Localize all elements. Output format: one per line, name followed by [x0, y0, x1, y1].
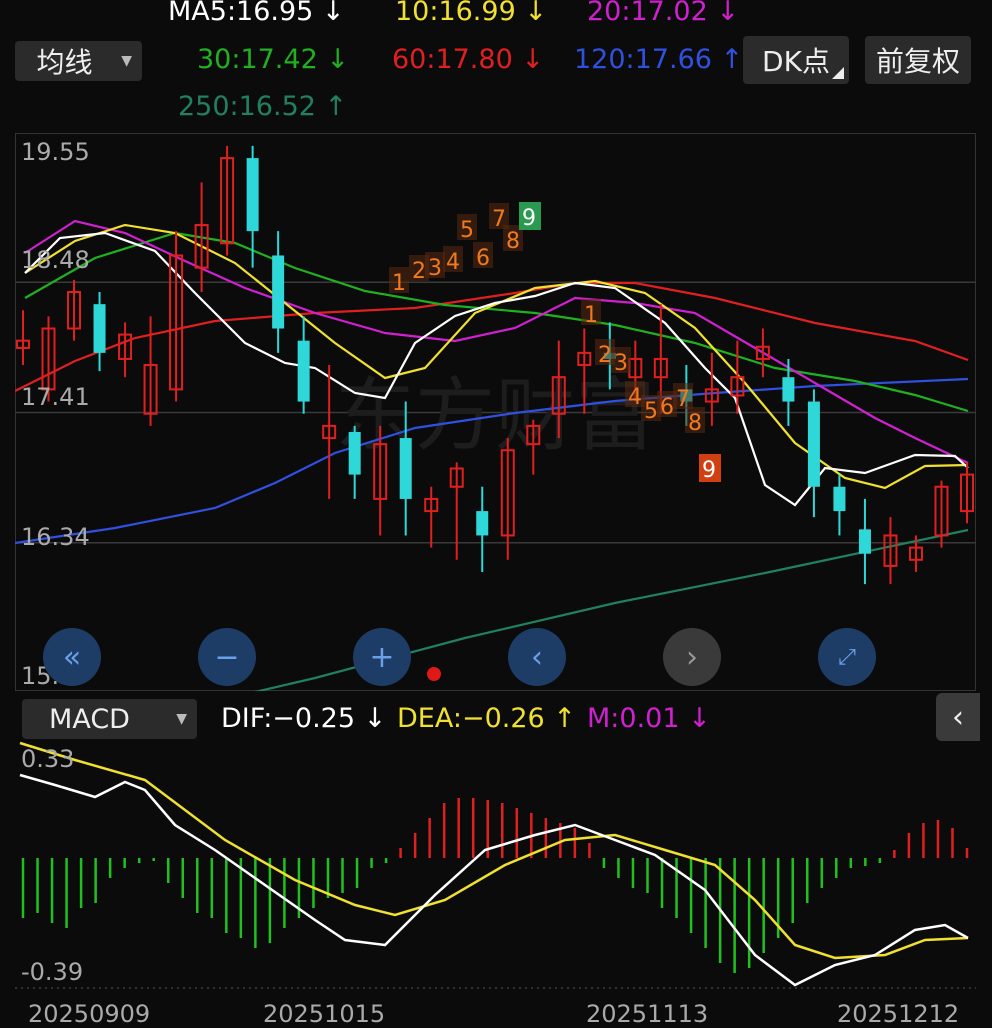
price-axis-2: 18.48: [21, 246, 90, 274]
price-axis-4: 16.34: [21, 523, 90, 551]
macd-axis-bottom: -0.39: [21, 958, 84, 986]
forward-adjust-button[interactable]: 前复权: [865, 36, 971, 84]
td-label: 9: [699, 454, 721, 483]
ma250-value: 250:16.52 ↑: [178, 91, 348, 122]
ma30-value: 30:17.42 ↓: [197, 44, 349, 75]
macd-selector-label: MACD: [49, 703, 130, 735]
macd-chart[interactable]: [15, 740, 976, 1024]
fast-rewind-button[interactable]: «: [43, 628, 101, 686]
macd-m: M:0.01 ↓: [587, 703, 711, 734]
kline-chart[interactable]: 东方财富 1 2 3 45678912 345 6 789: [15, 133, 976, 691]
dk-point-label: DK点: [762, 45, 830, 78]
candle-body: [858, 529, 871, 554]
price-axis-3: 17.41: [21, 383, 90, 411]
previous-button[interactable]: ‹: [508, 628, 566, 686]
zoom-in-button[interactable]: +: [353, 628, 411, 686]
svg-text:9: 9: [522, 206, 536, 231]
candle-body: [807, 401, 820, 487]
svg-text:3: 3: [614, 351, 628, 376]
svg-text:2: 2: [412, 259, 426, 284]
td-label: 9: [519, 202, 541, 231]
td-label: 3: [611, 347, 631, 376]
svg-text:1: 1: [584, 303, 598, 328]
svg-text:9: 9: [702, 458, 716, 483]
td-label: 1: [389, 267, 409, 296]
candle-body: [476, 511, 489, 536]
svg-text:6: 6: [476, 246, 490, 271]
svg-text:4: 4: [446, 250, 460, 275]
zoom-out-button[interactable]: −: [198, 628, 256, 686]
macd-selector[interactable]: MACD ▼: [22, 699, 197, 739]
candle-body: [93, 304, 106, 353]
fullscreen-button[interactable]: ⤢: [818, 628, 876, 686]
indicator-selector-label: 均线: [36, 46, 93, 79]
candle-body: [348, 431, 361, 475]
chevron-down-icon: ▼: [121, 53, 132, 69]
td-label: 6: [473, 242, 493, 271]
svg-text:3: 3: [428, 256, 442, 281]
candle-body: [782, 377, 795, 402]
dk-point-button[interactable]: DK点: [743, 36, 849, 84]
indicator-selector[interactable]: 均线 ▼: [15, 41, 142, 81]
candle-body: [833, 486, 846, 512]
macd-dea-line: [19, 741, 969, 960]
td-label: 5: [457, 214, 477, 243]
ma120-value: 120:17.66 ↑: [574, 44, 744, 75]
svg-text:1: 1: [392, 271, 406, 296]
td-label: 8: [685, 407, 705, 436]
td-label: 1: [581, 299, 601, 328]
macd-dif-line: [19, 773, 969, 987]
chevron-down-icon: ▼: [176, 711, 187, 727]
svg-text:2: 2: [598, 343, 612, 368]
svg-text:5: 5: [644, 399, 658, 424]
td-label: 3: [425, 252, 445, 281]
candle-body: [399, 438, 412, 499]
macd-axis-top: 0.33: [21, 745, 75, 773]
ma10-value: 10:16.99 ↓: [395, 0, 547, 27]
ma60-value: 60:17.80 ↓: [392, 44, 544, 75]
svg-text:5: 5: [460, 218, 474, 243]
collapse-panel-button[interactable]: ‹: [936, 693, 980, 741]
candle-body: [246, 158, 259, 232]
ma5-value: MA5:16.95 ↓: [168, 0, 345, 27]
corner-triangle-icon: [832, 67, 844, 79]
forward-adjust-label: 前复权: [875, 45, 960, 78]
svg-text:8: 8: [688, 411, 702, 436]
candle-body: [297, 340, 310, 402]
svg-text:8: 8: [506, 229, 520, 254]
macd-dea: DEA:−0.26 ↑: [397, 703, 576, 734]
svg-text:4: 4: [628, 385, 642, 410]
macd-dif: DIF:−0.25 ↓: [221, 703, 387, 734]
red-dot-indicator: [427, 667, 441, 681]
svg-text:6: 6: [660, 395, 674, 420]
price-axis-top: 19.55: [21, 138, 90, 166]
ma20-value: 20:17.02 ↓: [587, 0, 739, 27]
td-label: 4: [443, 246, 463, 275]
candle-body: [272, 255, 285, 329]
next-button[interactable]: ›: [663, 628, 721, 686]
